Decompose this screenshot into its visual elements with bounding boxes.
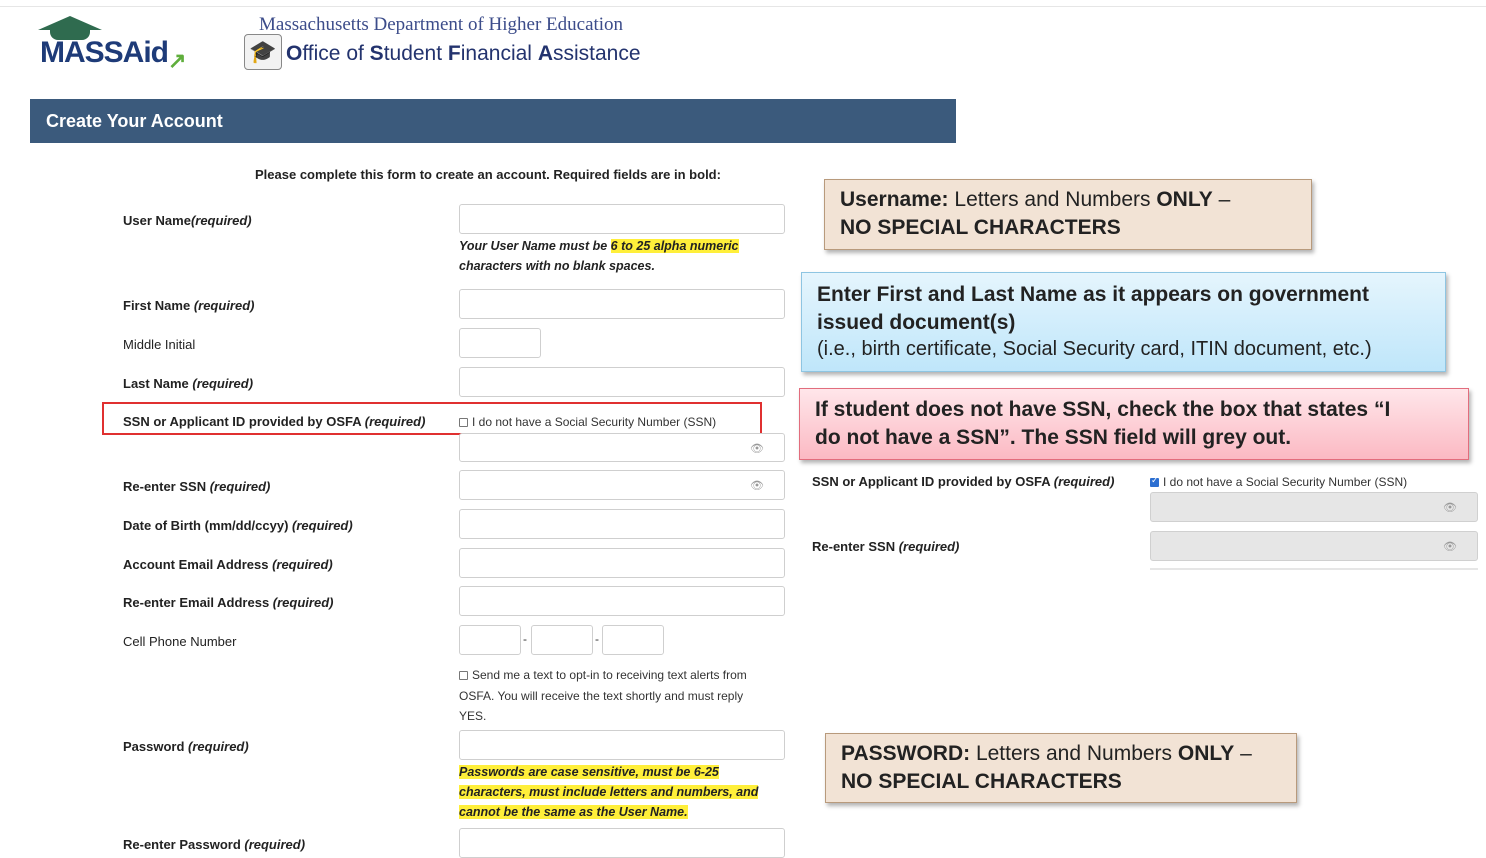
checked-checkbox-icon[interactable] [1150, 475, 1159, 488]
username-hint: Your User Name must be 6 to 25 alpha num… [459, 239, 739, 273]
cell-phone-label: Cell Phone Number [123, 634, 237, 649]
phone-area-input[interactable] [459, 625, 521, 655]
password-label: Password (required) [123, 739, 249, 754]
username-callout: Username: Letters and Numbers ONLY – NO … [824, 179, 1312, 250]
eye-icon[interactable]: 👁 [750, 479, 764, 492]
eye-icon: 👁 [1443, 541, 1457, 553]
dob-input[interactable] [459, 509, 785, 539]
example-cut-edge [1150, 568, 1478, 570]
arrow-up-icon: ↗ [168, 48, 187, 73]
graduation-cap-icon [38, 16, 102, 30]
reenter-email-label: Re-enter Email Address (required) [123, 595, 334, 610]
form-header-bar: Create Your Account [30, 99, 956, 143]
ssn-input[interactable]: 👁 [459, 433, 785, 462]
form-title: Create Your Account [46, 111, 223, 131]
phone-prefix-input[interactable] [531, 625, 593, 655]
phone-line-input[interactable] [602, 625, 664, 655]
reenter-password-label: Re-enter Password (required) [123, 837, 306, 852]
reenter-password-input[interactable] [459, 828, 785, 858]
ssn-label: SSN or Applicant ID provided by OSFA (re… [123, 414, 426, 429]
top-divider [0, 6, 1486, 7]
firstname-input[interactable] [459, 289, 785, 319]
eye-icon: 👁 [1443, 502, 1457, 514]
password-callout: PASSWORD: Letters and Numbers ONLY – NO … [825, 733, 1297, 803]
ssn-callout: If student does not have SSN, check the … [799, 388, 1469, 460]
checkbox-icon[interactable] [459, 418, 468, 428]
dob-label: Date of Birth (mm/dd/ccyy) (required) [123, 518, 353, 533]
example-ssn-label: SSN or Applicant ID provided by OSFA (re… [812, 474, 1115, 489]
dept-name: Massachusetts Department of Higher Educa… [259, 14, 624, 35]
text-opt-in-checkbox[interactable]: Send me a text to opt-in to receiving te… [459, 665, 747, 727]
reenter-ssn-label: Re-enter SSN (required) [123, 479, 271, 494]
password-hint: Passwords are case sensitive, must be 6-… [459, 765, 759, 819]
name-callout: Enter First and Last Name as it appears … [801, 272, 1446, 372]
password-input[interactable] [459, 730, 785, 760]
example-reenter-ssn-label: Re-enter SSN (required) [812, 539, 960, 554]
eye-icon[interactable]: 👁 [750, 442, 764, 455]
lastname-label: Last Name (required) [123, 376, 254, 391]
phone-dash: - [595, 632, 599, 646]
middle-initial-input[interactable] [459, 328, 541, 358]
example-ssn-input-disabled: 👁 [1150, 492, 1478, 522]
example-no-ssn-checkbox[interactable]: I do not have a Social Security Number (… [1150, 475, 1407, 489]
lastname-input[interactable] [459, 367, 785, 397]
middle-initial-label: Middle Initial [123, 337, 196, 352]
username-label: User Name(required) [123, 213, 252, 228]
phone-dash: - [523, 632, 527, 646]
reenter-email-input[interactable] [459, 586, 785, 616]
checkbox-icon[interactable] [459, 671, 468, 681]
firstname-label: First Name (required) [123, 298, 255, 313]
email-input[interactable] [459, 548, 785, 578]
username-input[interactable] [459, 204, 785, 234]
reenter-ssn-input[interactable]: 👁 [459, 470, 785, 500]
office-name: Office of Student Financial Assistance [286, 42, 641, 65]
mortarboard-icon: 🎓 [244, 34, 282, 70]
example-reenter-ssn-input-disabled: 👁 [1150, 531, 1478, 561]
logo-text: MASSAid [40, 36, 169, 69]
email-label: Account Email Address (required) [123, 557, 333, 572]
form-intro: Please complete this form to create an a… [255, 167, 721, 182]
no-ssn-checkbox[interactable]: I do not have a Social Security Number (… [459, 415, 716, 429]
